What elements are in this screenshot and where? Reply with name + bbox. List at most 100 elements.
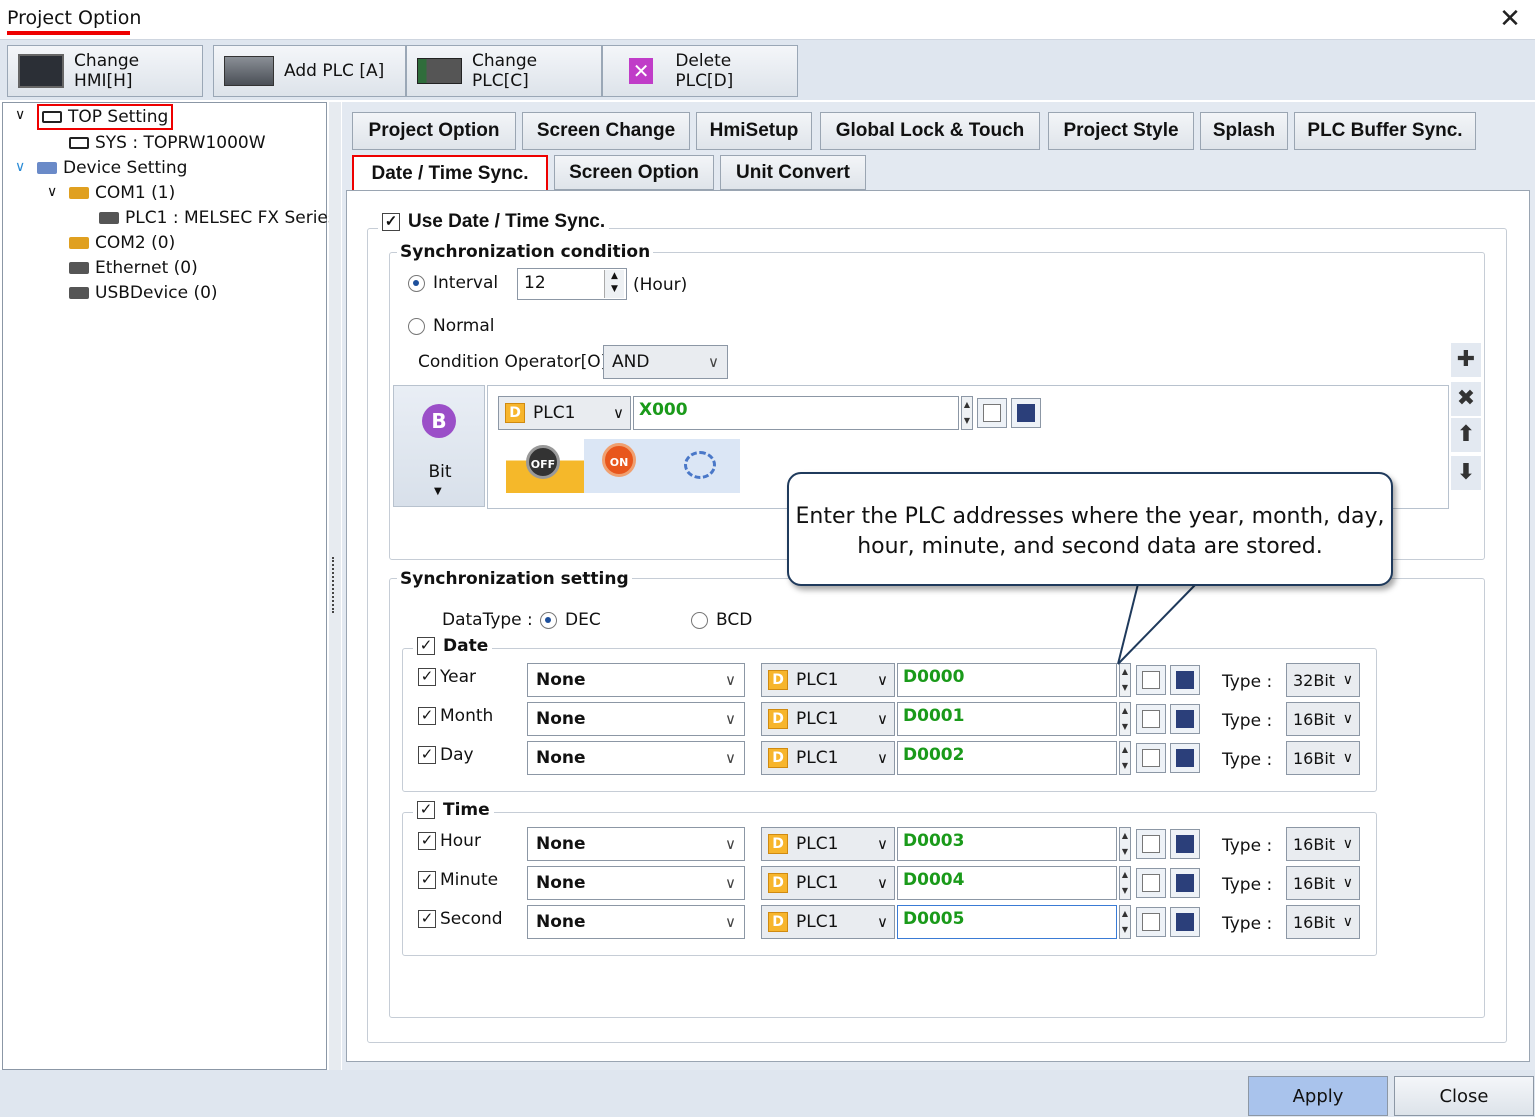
row-address-input[interactable]: D0000 <box>897 663 1117 697</box>
row-checkbox-second[interactable]: ✓ Second <box>418 909 503 929</box>
tab-project-option[interactable]: Project Option <box>352 112 516 150</box>
tree-item-com2[interactable]: COM2 (0) <box>69 233 175 253</box>
row-address-input[interactable]: D0001 <box>897 702 1117 736</box>
tree-item-plc1[interactable]: PLC1 : MELSEC FX Series <box>99 208 337 228</box>
tree-item-ethernet[interactable]: Ethernet (0) <box>69 258 198 278</box>
keypad-icon[interactable] <box>1170 704 1200 734</box>
off-trigger-button[interactable]: OFF <box>506 439 584 493</box>
tab-splash[interactable]: Splash <box>1200 112 1288 150</box>
keypad-icon[interactable] <box>1170 907 1200 937</box>
row-checkbox-month[interactable]: ✓ Month <box>418 706 493 726</box>
chevron-down-icon: ∨ <box>877 913 888 931</box>
tree-item-top-setting[interactable]: TOP Setting <box>37 104 174 130</box>
tab-global-lock-touch[interactable]: Global Lock & Touch <box>820 112 1040 150</box>
row-condition-select[interactable]: None ∨ <box>527 663 745 697</box>
normal-radio[interactable]: Normal <box>408 316 495 336</box>
row-condition-select[interactable]: None ∨ <box>527 866 745 900</box>
condition-operator-select[interactable]: AND ∨ <box>603 345 728 379</box>
row-plc-select[interactable]: D PLC1 ∨ <box>761 702 895 736</box>
collapse-chevron-icon[interactable]: ∨ <box>15 159 25 175</box>
keypad-icon[interactable] <box>1170 868 1200 898</box>
toggle-trigger-button[interactable] <box>662 439 740 493</box>
row-condition-select[interactable]: None ∨ <box>527 905 745 939</box>
tab-plc-buffer-sync[interactable]: PLC Buffer Sync. <box>1294 112 1476 150</box>
row-address-spinner[interactable]: ▲ ▼ <box>1119 905 1131 939</box>
address-browse-icon[interactable] <box>1136 907 1166 937</box>
interval-spinner[interactable]: ▲ ▼ <box>604 270 624 298</box>
row-type-select[interactable]: 16Bit ∨ <box>1286 741 1360 775</box>
tab-hmisetup[interactable]: HmiSetup <box>696 112 812 150</box>
row-address-input[interactable]: D0003 <box>897 827 1117 861</box>
collapse-chevron-icon[interactable]: ∨ <box>15 107 25 123</box>
close-icon[interactable]: ✕ <box>1495 4 1525 34</box>
keypad-icon[interactable] <box>1011 398 1041 428</box>
row-plc-select[interactable]: D PLC1 ∨ <box>761 663 895 697</box>
add-condition-icon[interactable]: ✚ <box>1451 343 1481 377</box>
row-condition-select[interactable]: None ∨ <box>527 827 745 861</box>
row-address-input[interactable]: D0005 <box>897 905 1117 939</box>
use-sync-checkbox[interactable]: ✓ Use Date / Time Sync. <box>378 211 610 233</box>
checkbox-checked-icon: ✓ <box>418 871 436 889</box>
address-browse-icon[interactable] <box>1136 743 1166 773</box>
address-browse-icon[interactable] <box>1136 704 1166 734</box>
row-type-select[interactable]: 16Bit ∨ <box>1286 905 1360 939</box>
bit-address-spinner[interactable]: ▲ ▼ <box>961 396 973 430</box>
keypad-icon[interactable] <box>1170 743 1200 773</box>
row-type-select[interactable]: 32Bit ∨ <box>1286 663 1360 697</box>
splitter-grip-icon[interactable] <box>332 557 336 613</box>
address-browse-icon[interactable] <box>977 398 1007 428</box>
row-checkbox-day[interactable]: ✓ Day <box>418 745 474 765</box>
bit-address-input[interactable]: X000 <box>633 396 959 430</box>
row-address-spinner[interactable]: ▲ ▼ <box>1119 827 1131 861</box>
tab-screen-change[interactable]: Screen Change <box>522 112 690 150</box>
row-plc-select[interactable]: D PLC1 ∨ <box>761 866 895 900</box>
bit-type-button[interactable]: B Bit ▼ <box>393 385 485 507</box>
row-type-select[interactable]: 16Bit ∨ <box>1286 702 1360 736</box>
tree-item-com1[interactable]: COM1 (1) <box>69 183 175 203</box>
apply-button[interactable]: Apply <box>1248 1076 1388 1116</box>
add-plc-button[interactable]: Add PLC [A] <box>213 45 406 97</box>
row-type-select[interactable]: 16Bit ∨ <box>1286 827 1360 861</box>
time-checkbox[interactable]: ✓ Time <box>413 800 494 820</box>
row-address-input[interactable]: D0004 <box>897 866 1117 900</box>
date-checkbox[interactable]: ✓ Date <box>413 636 493 656</box>
bcd-radio[interactable]: BCD <box>691 610 752 630</box>
delete-plc-button[interactable]: ✕ Delete PLC[D] <box>602 45 798 97</box>
chevron-down-icon: ∨ <box>725 874 736 892</box>
row-address-input[interactable]: D0002 <box>897 741 1117 775</box>
tree-item-usb[interactable]: USBDevice (0) <box>69 283 218 303</box>
row-type-select[interactable]: 16Bit ∨ <box>1286 866 1360 900</box>
tab-date-time-sync[interactable]: Date / Time Sync. <box>352 155 548 191</box>
close-button[interactable]: Close <box>1394 1076 1534 1116</box>
row-checkbox-hour[interactable]: ✓ Hour <box>418 831 481 851</box>
tree-item-device-setting[interactable]: Device Setting <box>37 158 187 178</box>
address-browse-icon[interactable] <box>1136 868 1166 898</box>
tab-project-style[interactable]: Project Style <box>1048 112 1194 150</box>
row-condition-select[interactable]: None ∨ <box>527 702 745 736</box>
splitter[interactable] <box>329 102 341 1070</box>
dec-radio[interactable]: DEC <box>540 610 601 630</box>
row-plc-select[interactable]: D PLC1 ∨ <box>761 827 895 861</box>
row-address-spinner[interactable]: ▲ ▼ <box>1119 741 1131 775</box>
tab-unit-convert[interactable]: Unit Convert <box>720 155 866 190</box>
change-plc-button[interactable]: Change PLC[C] <box>406 45 602 97</box>
delete-condition-icon[interactable]: ✖ <box>1451 382 1481 416</box>
interval-radio[interactable]: Interval <box>408 273 498 293</box>
row-plc-select[interactable]: D PLC1 ∨ <box>761 905 895 939</box>
tree-item-sys[interactable]: SYS : TOPRW1000W <box>69 133 266 153</box>
row-checkbox-year[interactable]: ✓ Year <box>418 667 476 687</box>
row-plc-select[interactable]: D PLC1 ∨ <box>761 741 895 775</box>
bit-plc-select[interactable]: D PLC1 ∨ <box>498 396 631 430</box>
tab-screen-option[interactable]: Screen Option <box>554 155 714 190</box>
row-checkbox-minute[interactable]: ✓ Minute <box>418 870 498 890</box>
keypad-icon[interactable] <box>1170 829 1200 859</box>
move-up-icon[interactable]: ⬆ <box>1451 418 1481 452</box>
change-hmi-button[interactable]: Change HMI[H] <box>7 45 203 97</box>
row-address-spinner[interactable]: ▲ ▼ <box>1119 866 1131 900</box>
move-down-icon[interactable]: ⬇ <box>1451 456 1481 490</box>
on-trigger-button[interactable]: ON <box>584 439 662 493</box>
collapse-chevron-icon[interactable]: ∨ <box>47 184 57 200</box>
row-address-spinner[interactable]: ▲ ▼ <box>1119 702 1131 736</box>
address-browse-icon[interactable] <box>1136 829 1166 859</box>
row-condition-select[interactable]: None ∨ <box>527 741 745 775</box>
